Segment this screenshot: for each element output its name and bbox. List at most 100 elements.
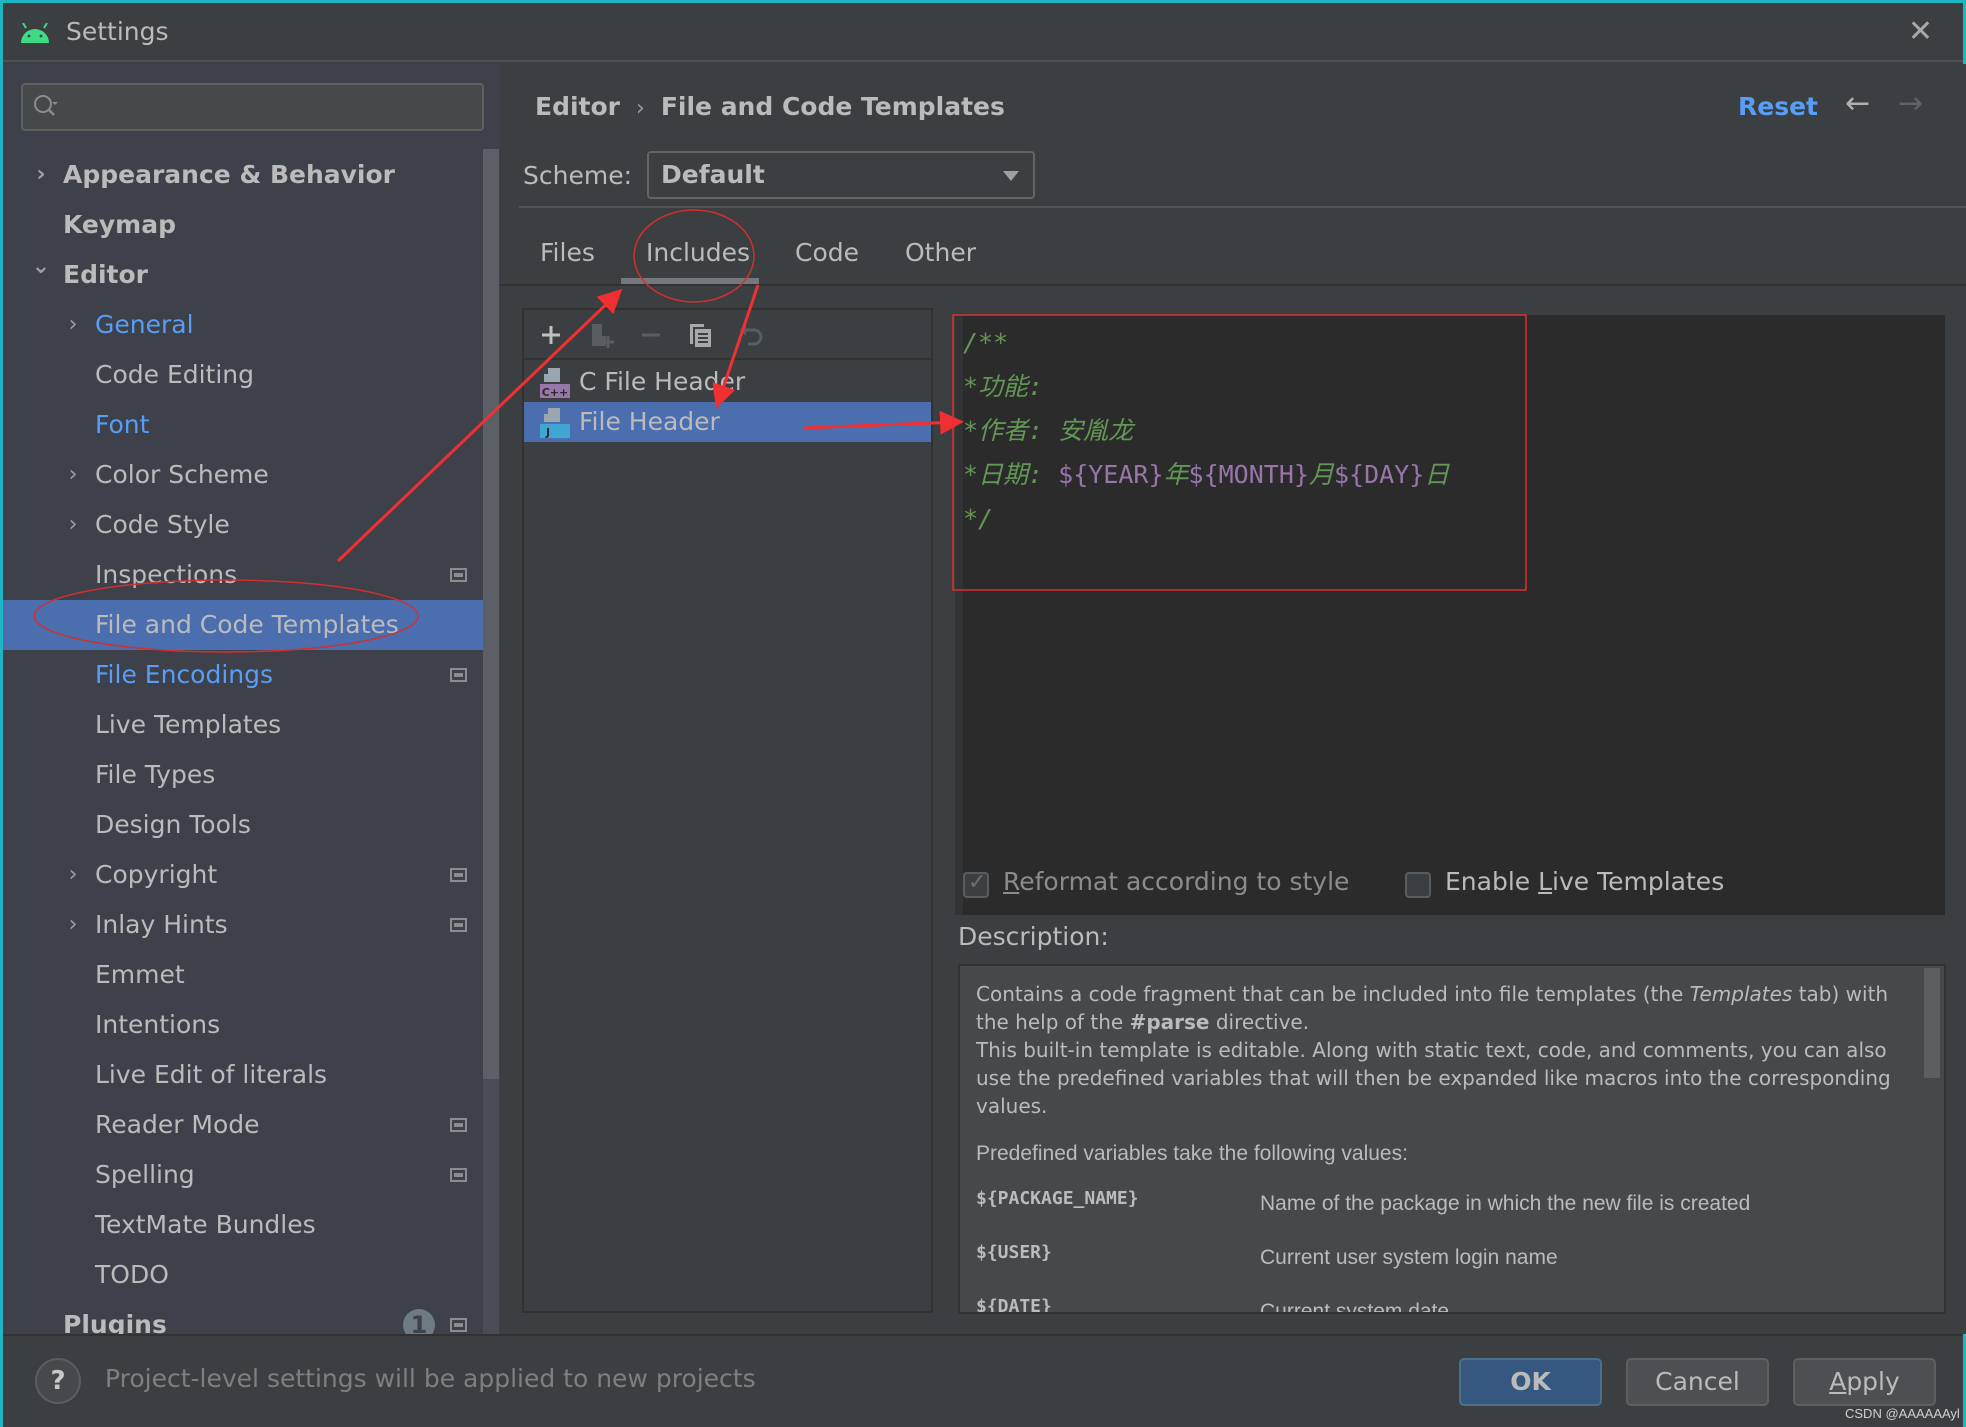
chevron-down-icon[interactable]: ⌄ bbox=[31, 242, 51, 292]
comment-text: *功能: bbox=[963, 372, 1044, 401]
chevron-right-icon[interactable]: › bbox=[63, 450, 83, 500]
template-tabs: Files Includes Code Other bbox=[500, 224, 1966, 286]
project-level-icon bbox=[450, 568, 467, 582]
apply-button[interactable]: Apply bbox=[1793, 1358, 1936, 1406]
sidebar-item-general[interactable]: › General bbox=[3, 300, 483, 350]
title-bar: Settings ✕ bbox=[3, 3, 1963, 62]
sidebar-item-label: File and Code Templates bbox=[95, 610, 399, 639]
template-item-c-file-header[interactable]: C++ C File Header bbox=[524, 362, 931, 402]
sidebar-item-copyright[interactable]: › Copyright bbox=[3, 850, 483, 900]
sidebar-item-inlay-hints[interactable]: › Inlay Hints bbox=[3, 900, 483, 950]
cancel-button[interactable]: Cancel bbox=[1626, 1358, 1769, 1406]
reformat-label[interactable]: Reformat according to style bbox=[1003, 867, 1349, 896]
sidebar-item-live-templates[interactable]: Live Templates bbox=[3, 700, 483, 750]
help-button[interactable]: ? bbox=[35, 1358, 81, 1404]
comment-text: /** bbox=[963, 328, 1009, 357]
template-variable: ${YEAR} bbox=[1058, 460, 1164, 489]
watermark: CSDN @AAAAAAyl bbox=[1845, 1406, 1960, 1421]
template-item-label: C File Header bbox=[579, 367, 746, 396]
code-line: */ bbox=[963, 497, 1449, 541]
variable-name: ${USER} bbox=[976, 1242, 1052, 1263]
sidebar-item-file-types[interactable]: File Types bbox=[3, 750, 483, 800]
sidebar-item-editor[interactable]: ⌄ Editor bbox=[3, 250, 483, 300]
sidebar-item-appearance-behavior[interactable]: › Appearance & Behavior bbox=[3, 150, 483, 200]
sidebar-item-code-style[interactable]: › Code Style bbox=[3, 500, 483, 550]
comment-text: 年 bbox=[1163, 460, 1189, 489]
sidebar-item-intentions[interactable]: Intentions bbox=[3, 1000, 483, 1050]
sidebar-item-design-tools[interactable]: Design Tools bbox=[3, 800, 483, 850]
description-text: Contains a code fragment that can be inc… bbox=[976, 980, 1906, 1168]
enable-live-templates-label[interactable]: Enable Live Templates bbox=[1445, 867, 1724, 896]
sidebar-item-label: Spelling bbox=[95, 1160, 195, 1189]
project-level-icon bbox=[450, 1318, 467, 1332]
enable-live-templates-checkbox[interactable] bbox=[1405, 872, 1431, 898]
chevron-right-icon[interactable]: › bbox=[63, 300, 83, 350]
sidebar-item-label: Live Templates bbox=[95, 710, 282, 739]
sidebar-item-label: Emmet bbox=[95, 960, 185, 989]
sidebar-item-textmate-bundles[interactable]: TextMate Bundles bbox=[3, 1200, 483, 1250]
reset-button[interactable]: Reset bbox=[1738, 92, 1818, 121]
forward-arrow-icon: → bbox=[1898, 86, 1924, 121]
sidebar-item-live-edit-of-literals[interactable]: Live Edit of literals bbox=[3, 1050, 483, 1100]
tab-files[interactable]: Files bbox=[540, 238, 595, 267]
window-title: Settings bbox=[66, 17, 169, 46]
variable-description: Current system date bbox=[1260, 1300, 1450, 1314]
sidebar-item-label: File Encodings bbox=[95, 660, 274, 689]
sidebar-scrollbar[interactable] bbox=[483, 149, 499, 1079]
sidebar-item-code-editing[interactable]: Code Editing bbox=[3, 350, 483, 400]
search-input[interactable] bbox=[21, 83, 484, 131]
template-code-editor[interactable]: /** *功能: *作者: 安胤龙 *日期: ${YEAR}年${MONTH}月${D… bbox=[955, 315, 1945, 915]
main-panel: Editor › File and Code Templates Reset ← →… bbox=[500, 64, 1966, 1334]
template-toolbar bbox=[524, 310, 931, 360]
apply-label: pply bbox=[1846, 1367, 1900, 1396]
description-label: Description: bbox=[958, 922, 1109, 951]
sidebar-item-font[interactable]: Font bbox=[3, 400, 483, 450]
sidebar-item-label: Code Editing bbox=[95, 360, 255, 389]
description-panel: Contains a code fragment that can be inc… bbox=[958, 964, 1946, 1314]
comment-text: 月 bbox=[1308, 460, 1334, 489]
back-arrow-icon[interactable]: ← bbox=[1845, 86, 1870, 121]
reformat-checkbox[interactable] bbox=[963, 870, 989, 898]
tab-code[interactable]: Code bbox=[795, 238, 859, 267]
desc-variables-intro: Predefined variables take the following … bbox=[976, 1142, 1408, 1165]
cpp-file-icon: C++ bbox=[540, 368, 570, 399]
sidebar-item-label: TODO bbox=[95, 1260, 169, 1289]
variable-description: Name of the package in which the new fil… bbox=[1260, 1192, 1751, 1215]
sidebar-item-spelling[interactable]: Spelling bbox=[3, 1150, 483, 1200]
close-icon[interactable]: ✕ bbox=[1908, 17, 1933, 47]
tab-other[interactable]: Other bbox=[905, 238, 976, 267]
sidebar-item-file-encodings[interactable]: File Encodings bbox=[3, 650, 483, 700]
sidebar-item-todo[interactable]: TODO bbox=[3, 1250, 483, 1300]
svg-text:C++: C++ bbox=[542, 386, 569, 399]
sidebar-item-emmet[interactable]: Emmet bbox=[3, 950, 483, 1000]
template-variable: ${DAY} bbox=[1333, 460, 1425, 489]
description-scrollbar[interactable] bbox=[1924, 968, 1940, 1078]
template-item-label: File Header bbox=[579, 407, 720, 436]
scheme-dropdown[interactable]: Default bbox=[647, 151, 1035, 199]
sidebar-item-inspections[interactable]: Inspections bbox=[3, 550, 483, 600]
template-item-file-header[interactable]: J File Header bbox=[524, 402, 931, 442]
sidebar-item-label: TextMate Bundles bbox=[95, 1210, 316, 1239]
sidebar-item-reader-mode[interactable]: Reader Mode bbox=[3, 1100, 483, 1150]
ok-button[interactable]: OK bbox=[1459, 1358, 1602, 1406]
sidebar-item-label: Editor bbox=[63, 260, 148, 289]
chevron-right-icon[interactable]: › bbox=[63, 900, 83, 950]
sidebar-item-label: Inlay Hints bbox=[95, 910, 228, 939]
project-level-icon bbox=[450, 668, 467, 682]
comment-text: *作者: 安胤龙 bbox=[963, 416, 1134, 445]
divider bbox=[519, 206, 1966, 208]
sidebar-item-keymap[interactable]: Keymap bbox=[3, 200, 483, 250]
svg-text:J: J bbox=[545, 426, 550, 439]
code-content[interactable]: /** *功能: *作者: 安胤龙 *日期: ${YEAR}年${MONTH}月${D… bbox=[963, 321, 1449, 541]
breadcrumb-editor: Editor bbox=[535, 92, 620, 121]
tab-includes[interactable]: Includes bbox=[646, 238, 750, 267]
sidebar-item-color-scheme[interactable]: › Color Scheme bbox=[3, 450, 483, 500]
chevron-right-icon[interactable]: › bbox=[63, 850, 83, 900]
add-icon[interactable] bbox=[536, 320, 566, 350]
copy-icon[interactable] bbox=[686, 320, 716, 350]
settings-dialog: Settings ✕ › Appearance & Behavior Keymap ⌄… bbox=[0, 0, 1966, 1427]
chevron-right-icon[interactable]: › bbox=[31, 150, 51, 200]
chevron-right-icon[interactable]: › bbox=[63, 500, 83, 550]
sidebar-item-file-and-code-templates[interactable]: File and Code Templates bbox=[3, 600, 483, 650]
sidebar-item-label: Appearance & Behavior bbox=[63, 160, 395, 189]
